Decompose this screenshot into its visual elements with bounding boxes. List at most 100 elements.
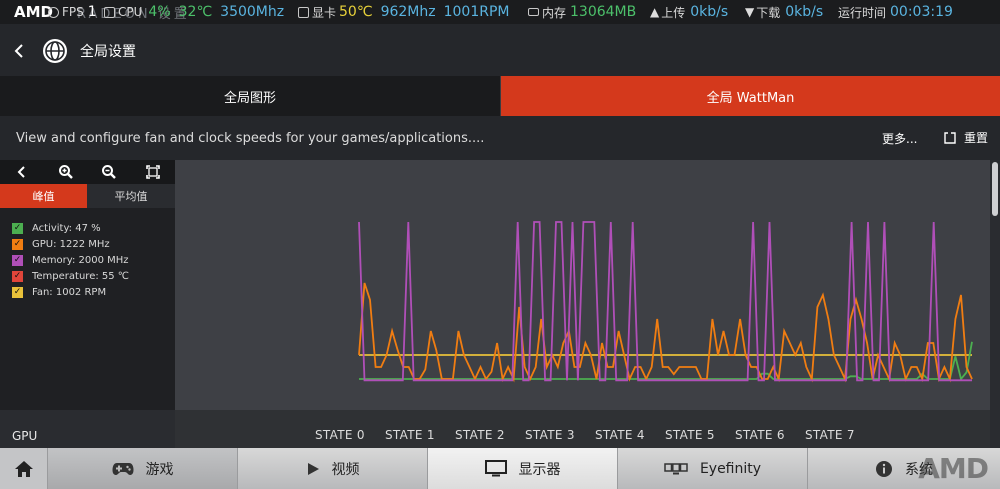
gpu-row-label: GPU [12, 429, 38, 443]
zoom-in-button[interactable] [44, 160, 88, 184]
upload-label: 上传 [661, 5, 686, 20]
reset-button[interactable]: 重置 [944, 129, 988, 146]
reset-icon [944, 131, 956, 144]
more-button[interactable]: 更多... [882, 130, 917, 147]
mode-peak-button[interactable]: 峰值 [0, 184, 87, 208]
chart-canvas [358, 221, 973, 383]
gpu-icon [298, 6, 309, 18]
memory-icon [528, 8, 539, 16]
legend-checkbox[interactable]: ✓ [12, 270, 23, 282]
chart-back-button[interactable] [0, 160, 44, 184]
legend-label: Memory: 2000 MHz [32, 254, 129, 266]
gpu-temp: 50℃ [339, 4, 373, 20]
tab-global-wattman[interactable]: 全局 WattMan [501, 76, 1000, 116]
legend-item[interactable]: ✓ Memory: 2000 MHz [12, 252, 175, 268]
gpu-fan: 1001RPM [443, 4, 510, 20]
tab-global-graphics[interactable]: 全局图形 [0, 76, 501, 116]
metrics-sidebar: 峰值 平均值 ✓ Activity: 47 % ✓ GPU: 1222 MHz ✓ Mem… [0, 160, 175, 410]
fps-label: FPS [62, 5, 84, 19]
cpu-label: CPU [118, 5, 143, 19]
chevron-left-icon [17, 166, 25, 178]
gamepad-icon [112, 462, 133, 475]
nav-home-button[interactable] [0, 448, 48, 489]
nav-video-label: 视频 [331, 461, 360, 478]
state-2-label: STATE 2 [455, 428, 505, 442]
performance-overlay: AMD RADEON 设置 FPS 1 CPU 4% 32℃ 3500Mhz 显… [0, 0, 1000, 24]
radeon-settings-window: AMD RADEON 设置 FPS 1 CPU 4% 32℃ 3500Mhz 显… [0, 0, 1000, 489]
gpu-readout: 显卡 50℃ 962Mhz 1001RPM [298, 3, 509, 21]
state-1-label: STATE 1 [385, 428, 435, 442]
monitor-icon [484, 460, 507, 477]
memory-readout: 内存 13064MB [528, 3, 636, 21]
legend-checkbox[interactable]: ✓ [12, 222, 23, 234]
gpu-states-row: GPU STATE 0 STATE 1 STATE 2 STATE 3 STAT… [0, 410, 990, 448]
legend-checkbox[interactable]: ✓ [12, 254, 23, 266]
fps-readout: FPS 1 [48, 3, 97, 21]
download-arrow-icon: ▼ [745, 5, 755, 19]
bottom-navigation: 游戏 视频 显示器 Eyefinity 系统 AMD [0, 448, 1000, 489]
nav-display-button[interactable]: 显示器 [428, 448, 618, 489]
chevron-left-icon [14, 44, 23, 58]
zoom-in-icon [58, 165, 73, 179]
legend-checkbox[interactable]: ✓ [12, 238, 23, 250]
globe-icon [43, 39, 67, 63]
legend-item[interactable]: ✓ Fan: 1002 RPM [12, 284, 175, 300]
zoom-out-button[interactable] [88, 160, 132, 184]
page-description: View and configure fan and clock speeds … [16, 130, 485, 146]
nav-eyefinity-button[interactable]: Eyefinity [618, 448, 808, 489]
description-bar: View and configure fan and clock speeds … [0, 116, 1000, 160]
download-label: 下载 [756, 5, 781, 20]
scrollbar-thumb[interactable] [992, 162, 998, 216]
state-0-label: STATE 0 [315, 428, 365, 442]
legend-item[interactable]: ✓ GPU: 1222 MHz [12, 236, 175, 252]
nav-games-button[interactable]: 游戏 [48, 448, 238, 489]
nav-eyefinity-label: Eyefinity [699, 460, 762, 477]
upload-readout: ▲ 上传 0kb/s [650, 3, 728, 21]
chart-legend: ✓ Activity: 47 % ✓ GPU: 1222 MHz ✓ Memory: 20… [0, 220, 175, 300]
state-5-label: STATE 5 [665, 428, 715, 442]
runtime-value: 00:03:19 [890, 4, 953, 20]
zoom-out-icon [102, 165, 117, 179]
back-button[interactable] [10, 41, 30, 61]
runtime-readout: 运行时间 00:03:19 [838, 3, 953, 21]
legend-item[interactable]: ✓ Temperature: 55 ℃ [12, 268, 175, 284]
chart-toolbar [0, 160, 175, 184]
series-line-memory [358, 221, 972, 382]
state-7-label: STATE 7 [805, 428, 855, 442]
cpu-temp: 32℃ [178, 4, 213, 20]
state-4-label: STATE 4 [595, 428, 645, 442]
nav-video-button[interactable]: 视频 [238, 448, 428, 489]
gpu-clock: 962Mhz [380, 4, 436, 20]
page-header: 全局设置 [0, 24, 1000, 78]
legend-label: Temperature: 55 ℃ [32, 270, 130, 282]
state-3-label: STATE 3 [525, 428, 575, 442]
fit-view-button[interactable] [131, 160, 175, 184]
play-icon [307, 462, 319, 475]
legend-label: Fan: 1002 RPM [32, 286, 107, 298]
mode-average-button[interactable]: 平均值 [87, 184, 175, 208]
page-title: 全局设置 [80, 44, 136, 60]
nav-system-button[interactable]: 系统 AMD [808, 448, 1000, 489]
legend-label: Activity: 47 % [32, 222, 101, 234]
upload-value: 0kb/s [690, 4, 729, 20]
state-6-label: STATE 6 [735, 428, 785, 442]
legend-item[interactable]: ✓ Activity: 47 % [12, 220, 175, 236]
gpu-label: 显卡 [312, 5, 337, 20]
multi-monitor-icon [664, 462, 688, 474]
nav-display-label: 显示器 [518, 461, 561, 478]
states-strip [175, 410, 990, 448]
home-icon [14, 460, 33, 477]
fps-value: 1 [87, 4, 97, 20]
runtime-label: 运行时间 [838, 5, 887, 20]
fps-icon [48, 6, 59, 18]
cpu-usage: 4% [148, 4, 171, 20]
cpu-clock: 3500Mhz [220, 4, 285, 20]
upload-arrow-icon: ▲ [650, 5, 660, 19]
legend-checkbox[interactable]: ✓ [12, 286, 23, 298]
expand-icon [146, 165, 160, 179]
reset-label: 重置 [964, 131, 989, 145]
vertical-scrollbar[interactable] [990, 160, 1000, 448]
cpu-readout: CPU 4% 32℃ 3500Mhz [104, 3, 284, 21]
legend-label: GPU: 1222 MHz [32, 238, 110, 250]
memory-value: 13064MB [570, 4, 637, 20]
